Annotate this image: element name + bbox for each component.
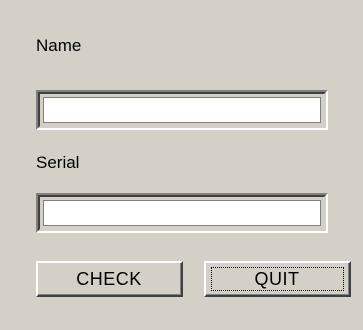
crackme-dialog: Name Serial CHECK QUIT [0,0,363,330]
quit-button-label: QUIT [254,268,300,289]
name-field-bevel [38,92,326,128]
check-button-face: CHECK [38,263,181,295]
name-label: Name [36,36,82,55]
check-button[interactable]: CHECK [36,261,183,297]
serial-field-bevel [38,195,326,231]
quit-button-face: QUIT [206,263,349,295]
serial-label: Serial [36,153,80,172]
quit-button[interactable]: QUIT [204,261,351,297]
name-input[interactable] [43,97,321,123]
serial-field-frame [36,193,328,233]
serial-input[interactable] [43,200,321,226]
name-field-frame [36,90,328,130]
check-button-label: CHECK [76,268,142,289]
